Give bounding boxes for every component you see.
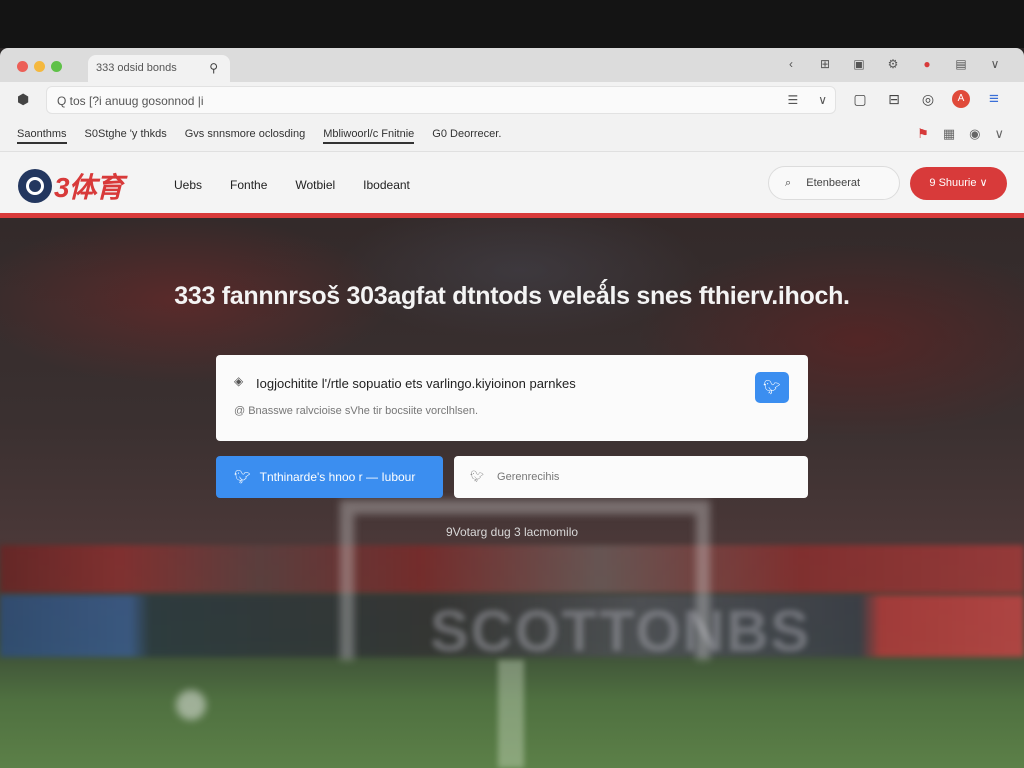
close-window-button[interactable] — [17, 61, 28, 72]
bookmark-item[interactable]: Gvs snnsmore oclosding — [185, 128, 305, 144]
search-icon: ⌕ — [785, 177, 792, 189]
card-title: Iogjochitite l'/rtle sopuatio ets varlin… — [256, 376, 576, 391]
chevron-down-icon[interactable]: ∨ — [986, 57, 1004, 71]
top-dark-band — [0, 0, 1024, 48]
layers-icon: ◈ — [234, 374, 244, 388]
card-subtitle: @ Bnasswe ralvcioise sVhe tir bocsiite v… — [234, 405, 479, 417]
notification-icon[interactable]: ● — [918, 57, 936, 71]
flag-icon[interactable]: ⚑ — [917, 126, 929, 142]
sidebar-icon[interactable]: ▤ — [952, 57, 970, 71]
minimize-window-button[interactable] — [34, 61, 45, 72]
chevron-left-icon[interactable]: ‹ — [782, 57, 800, 71]
site-search-button[interactable]: ⌕ Etenbeerat — [768, 166, 900, 200]
tabbar-icons: ‹ ⊞ ▣ ⚙ ● ▤ ∨ — [782, 57, 1004, 71]
logo-mark-icon — [18, 169, 52, 203]
nav-item[interactable]: Uebs — [174, 178, 202, 192]
bookmark-item[interactable]: Saonthms — [17, 128, 67, 144]
extension-icon[interactable]: ⚙ — [884, 57, 902, 71]
twitter-icon: 🐦︎ — [470, 471, 484, 483]
site-logo[interactable]: 3体育 — [18, 166, 124, 206]
calendar-icon[interactable]: ▦ — [943, 126, 955, 142]
grid-icon[interactable]: ⊞ — [816, 57, 834, 71]
signup-button[interactable]: 9 Shuurie ∨ — [910, 167, 1007, 200]
primary-action-label: Tnthinarde's hnoo r — Iubour — [259, 470, 416, 484]
profile-icon[interactable]: ◎ — [918, 91, 938, 108]
site-header: 3体育 Uebs Fonthe Wotbiel Ibodeant ⌕ Etenb… — [0, 152, 1024, 218]
bookmarks-right: ⚑ ▦ ◉ ∨ — [917, 126, 1004, 142]
square-icon[interactable]: ▢ — [850, 91, 870, 108]
bookmark-icon[interactable]: ☰ — [787, 93, 798, 107]
menu-icon[interactable]: ≡ — [984, 89, 1004, 109]
window-controls — [17, 61, 62, 72]
secondary-action-label: Gerenrecihis — [497, 471, 560, 483]
hero-note: 9Votarg dug 3 lacmomilo — [445, 525, 579, 539]
secondary-action-button[interactable]: 🐦︎ Gerenrecihis — [454, 456, 808, 498]
bookmark-item[interactable]: S0Stghe 'y thkds — [85, 128, 167, 144]
signup-label: 9 Shuurie — [929, 177, 977, 189]
search-icon[interactable]: ⚲ — [209, 61, 218, 75]
url-text: Q tos [?i anuug gosonnod |i — [57, 94, 204, 108]
nav-item[interactable]: Wotbiel — [295, 178, 335, 192]
share-icon[interactable]: ⊟ — [884, 91, 904, 108]
tab-title: 333 odsid bonds — [96, 62, 177, 74]
twitter-icon-button[interactable]: 🐦︎ — [755, 372, 789, 403]
site-search-label: Etenbeerat — [806, 177, 861, 189]
chevron-down-icon: ∨ — [979, 177, 988, 189]
bookmarks-bar: Saonthms S0Stghe 'y thkds Gvs snnsmore o… — [0, 118, 1024, 152]
chevron-down-icon[interactable]: ∨ — [994, 126, 1004, 142]
site-nav: Uebs Fonthe Wotbiel Ibodeant — [174, 178, 438, 192]
twitter-icon: 🐦︎ — [234, 469, 251, 484]
chevron-down-icon[interactable]: ∨ — [818, 93, 827, 107]
bookmark-item[interactable]: Mbliwoorl/c Fnitnie — [323, 128, 415, 144]
toolbar: ⬢ Q tos [?i anuug gosonnod |i ☰ ∨ ▢ ⊟ ◎ … — [0, 82, 1024, 118]
nav-item[interactable]: Fonthe — [230, 178, 267, 192]
primary-action-button[interactable]: 🐦︎ Tnthinarde's hnoo r — Iubour — [216, 456, 443, 498]
nav-item[interactable]: Ibodeant — [363, 178, 410, 192]
pitch-line-blur — [498, 660, 524, 768]
ball-blur — [176, 690, 206, 720]
record-icon[interactable]: ◉ — [969, 126, 980, 142]
logo-text: 3体育 — [54, 172, 124, 203]
goal-frame-blur — [340, 500, 710, 660]
bookmark-item[interactable]: G0 Deorrecer. — [432, 128, 501, 144]
avatar-icon[interactable]: A — [952, 90, 970, 108]
tab-bar: 333 odsid bonds ⚲ ‹ ⊞ ▣ ⚙ ● ▤ ∨ — [0, 48, 1024, 82]
zoom-window-button[interactable] — [51, 61, 62, 72]
address-bar[interactable]: Q tos [?i anuug gosonnod |i ☰ ∨ — [46, 86, 836, 114]
tab-active[interactable]: 333 odsid bonds ⚲ — [88, 55, 230, 82]
bookmark-list: Saonthms S0Stghe 'y thkds Gvs snnsmore o… — [17, 128, 519, 144]
hero-title: 333 fannnrsoš 303agfat dtntods veleǻls s… — [174, 282, 850, 310]
toolbar-right: ▢ ⊟ ◎ A ≡ — [850, 89, 1004, 109]
puzzle-icon[interactable]: ▣ — [850, 57, 868, 71]
site-shield-icon[interactable]: ⬢ — [17, 91, 29, 108]
info-card: ◈ Iogjochitite l'/rtle sopuatio ets varl… — [216, 355, 808, 441]
